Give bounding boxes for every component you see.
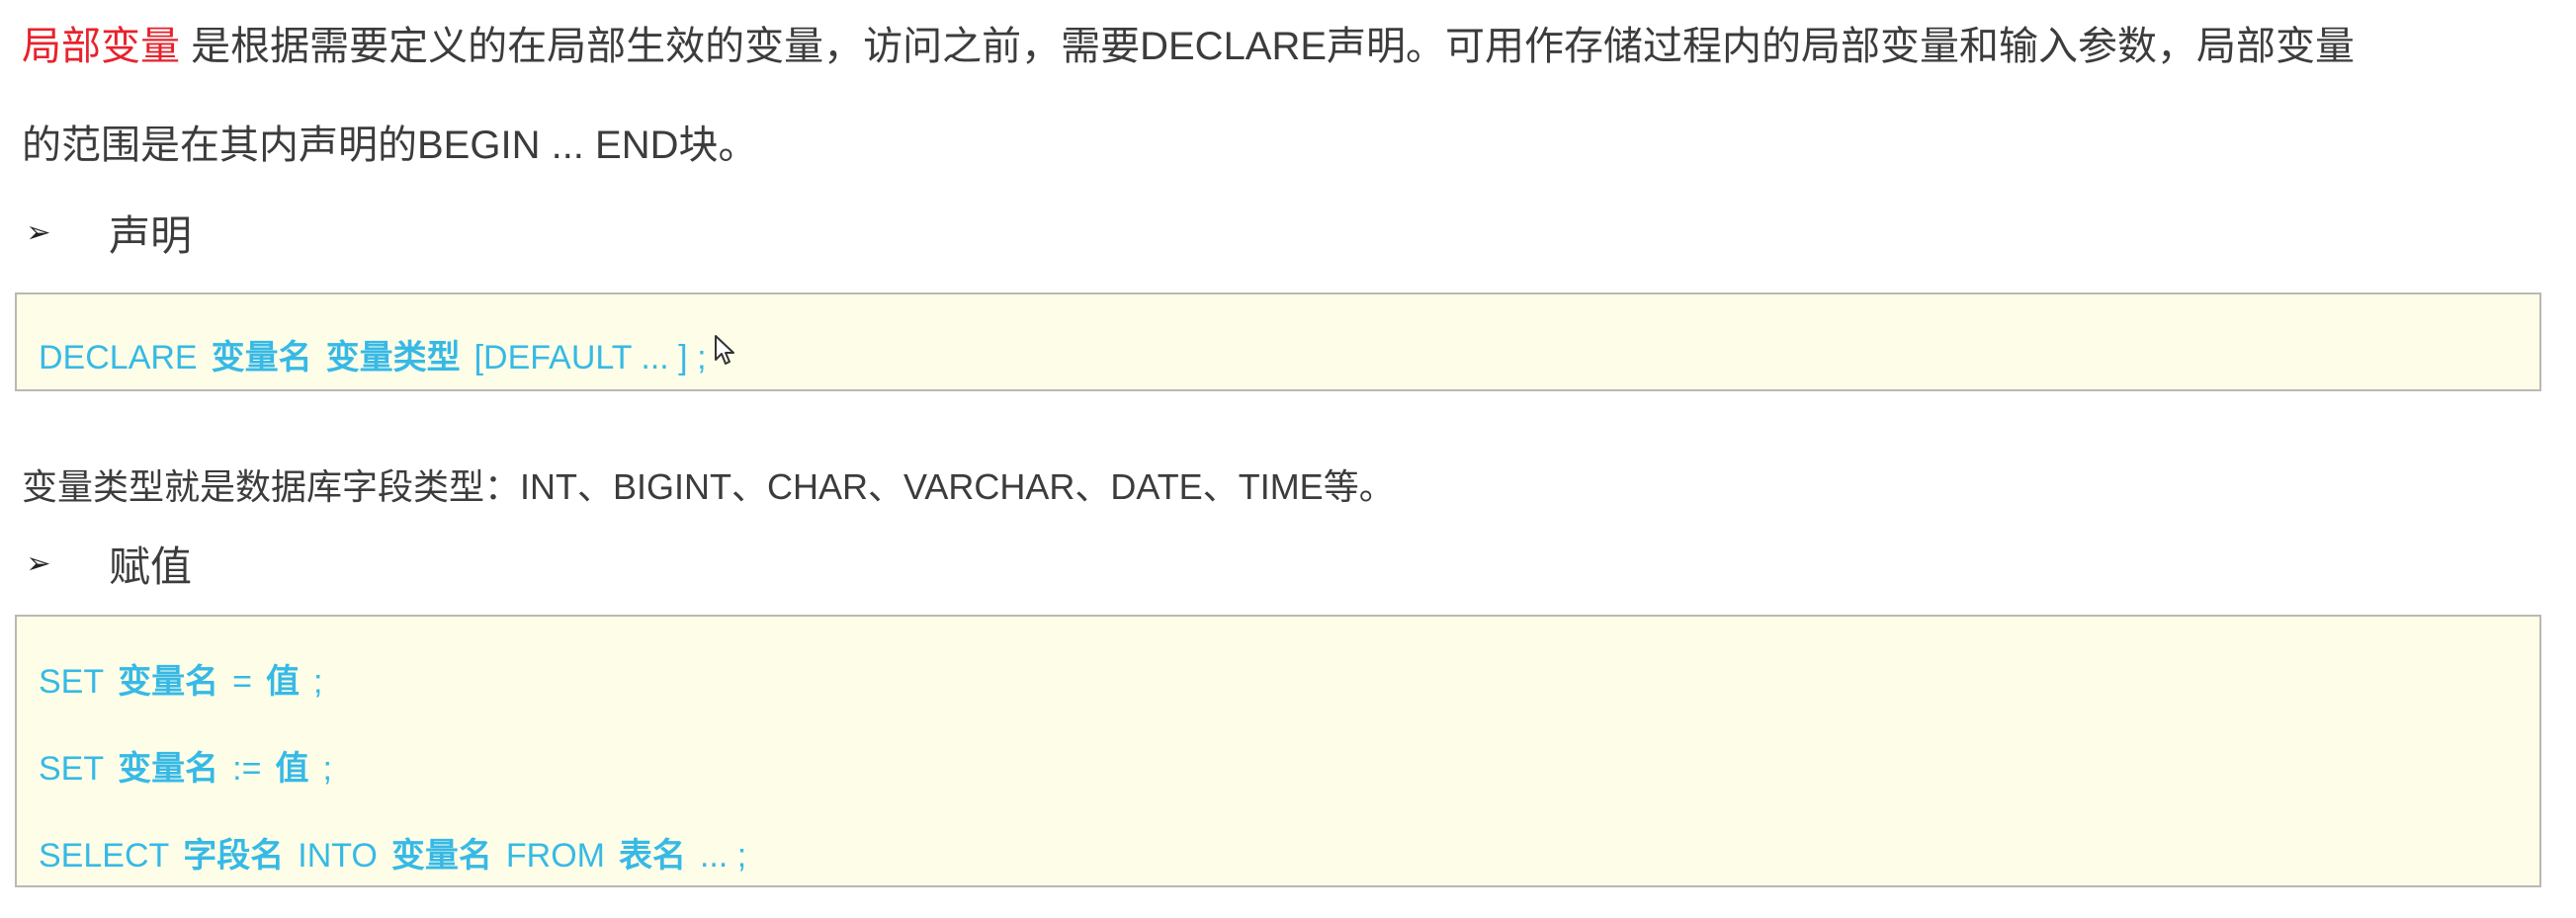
code-placeholder: 变量名: [118, 663, 219, 701]
code-placeholder: 值: [265, 663, 300, 701]
code-line: SELECT 字段名 INTO 变量名 FROM 表名 ... ;: [39, 828, 746, 876]
code-block-assign: SET 变量名 = 值; SET 变量名 := 值; SELECT 字段名 INTO 变量名 FRO…: [15, 615, 2541, 887]
code-text: [DEFAULT ... ] ;: [473, 339, 707, 376]
code-operator: :=: [232, 750, 262, 788]
code-placeholder: 变量名: [211, 339, 312, 376]
intro-text: 是根据需要定义的在局部生效的变量，访问之前，需要DECLARE声明。可用作存储过…: [180, 25, 2356, 68]
section-heading-declare: ➢ 声明: [22, 203, 192, 263]
code-placeholder: 变量名: [390, 837, 492, 875]
code-keyword: SELECT: [39, 837, 170, 875]
code-placeholder: 变量名: [118, 750, 219, 788]
code-text: ;: [312, 663, 323, 701]
code-keyword: SET: [39, 663, 105, 701]
code-keyword: SET: [39, 750, 105, 788]
code-placeholder: 值: [275, 750, 309, 788]
code-placeholder: 字段名: [183, 837, 285, 875]
code-line: DECLARE 变量名 变量类型 [DEFAULT ... ] ;: [39, 330, 707, 378]
code-keyword: INTO: [298, 837, 378, 875]
document-page: 局部变量 是根据需要定义的在局部生效的变量，访问之前，需要DECLARE声明。可…: [0, 0, 2576, 918]
code-placeholder: 变量类型: [325, 339, 461, 376]
highlight-term: 局部变量: [22, 25, 180, 68]
arrow-bullet-icon: ➢: [26, 547, 51, 580]
section-title: 赋值: [109, 543, 193, 590]
code-keyword: DECLARE: [39, 339, 198, 376]
code-operator: =: [232, 663, 252, 701]
arrow-bullet-icon: ➢: [26, 216, 51, 249]
code-text: ... ;: [699, 837, 747, 875]
code-block-declare: DECLARE 变量名 变量类型 [DEFAULT ... ] ;: [15, 292, 2541, 391]
section-heading-assign: ➢ 赋值: [22, 534, 192, 594]
code-line: SET 变量名 := 值;: [39, 741, 332, 790]
intro-paragraph-line2: 的范围是在其内声明的BEGIN ... END块。: [22, 124, 758, 167]
code-line: SET 变量名 = 值;: [39, 654, 322, 703]
code-keyword: FROM: [505, 837, 605, 875]
section-title: 声明: [109, 212, 193, 259]
mouse-pointer-icon: [715, 335, 734, 365]
type-note: 变量类型就是数据库字段类型：INT、BIGINT、CHAR、VARCHAR、DA…: [22, 466, 1395, 507]
intro-paragraph-line1: 局部变量 是根据需要定义的在局部生效的变量，访问之前，需要DECLARE声明。可…: [22, 14, 2552, 71]
code-placeholder: 表名: [618, 837, 686, 875]
code-text: ;: [322, 750, 332, 788]
